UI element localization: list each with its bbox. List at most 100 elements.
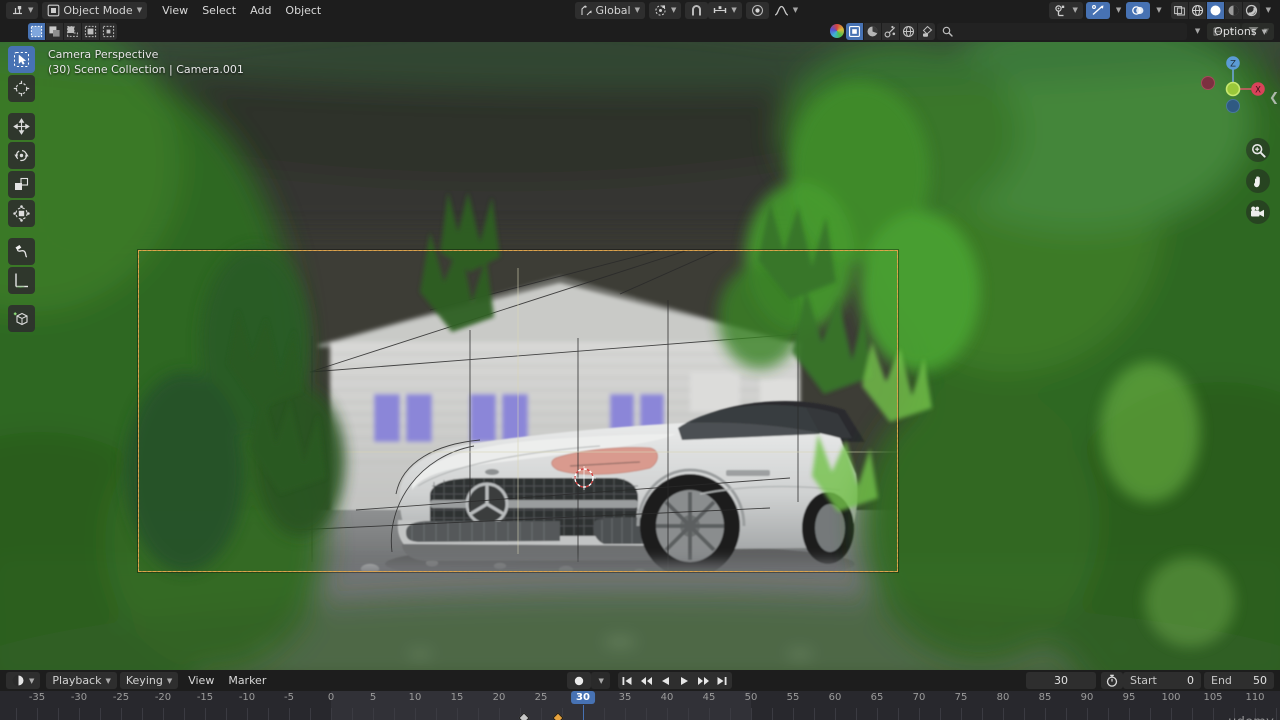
shading-rendered-button[interactable] (1242, 1, 1260, 19)
mode-selector-button[interactable]: Object Mode ▼ (42, 1, 148, 19)
ruler-tick (457, 708, 458, 720)
falloff-button[interactable]: ▼ (769, 2, 803, 19)
playback-controls[interactable] (617, 672, 732, 689)
ruler-tick (541, 708, 542, 720)
tool-brush-button[interactable] (917, 22, 935, 40)
cursor-tool-button[interactable] (8, 75, 35, 102)
gizmo-origin[interactable] (1225, 81, 1241, 97)
auto-keying-chevron-button[interactable]: ▼ (591, 672, 610, 689)
tweak-select-tool-button[interactable] (8, 46, 35, 73)
menu-select[interactable]: Select (195, 1, 243, 19)
3d-viewport[interactable]: Camera Perspective (30) Scene Collection… (0, 42, 1280, 670)
shading-wireframe-button[interactable] (1170, 1, 1188, 19)
navigation-gizmo[interactable]: Z X (1194, 50, 1272, 128)
gizmo-axis-y-neg[interactable] (1226, 99, 1240, 113)
timeline-editor-type-button[interactable]: ▼ (6, 672, 41, 689)
pan-view-button[interactable] (1246, 169, 1270, 193)
gizmo-axis-x-neg[interactable] (1201, 76, 1215, 90)
jump-to-start-button[interactable] (617, 672, 637, 689)
play-reverse-button[interactable] (655, 672, 675, 689)
circle-select-icon (84, 25, 97, 37)
object-color-swatch[interactable] (829, 24, 844, 38)
menu-view[interactable]: View (155, 1, 195, 19)
shading-chevron-button[interactable]: ▼ (1260, 2, 1276, 19)
rotate-tool-button[interactable] (8, 142, 35, 169)
pivot-point-button[interactable]: ▼ (649, 1, 682, 19)
keying-menu-button[interactable]: Keying ▼ (119, 672, 179, 689)
proportional-edit-button[interactable] (745, 1, 769, 19)
ruler-label: 45 (702, 692, 716, 703)
overlays-chevron-button[interactable]: ▼ (1110, 2, 1126, 19)
measure-tool-button[interactable] (8, 267, 35, 294)
timeline-menu-marker[interactable]: Marker (221, 672, 273, 690)
add-cube-tool-button[interactable] (8, 305, 35, 332)
tweak-select-icon (14, 52, 29, 67)
play-button[interactable] (674, 672, 694, 689)
previous-keyframe-button[interactable] (636, 672, 656, 689)
shading-solid-button[interactable] (1206, 1, 1224, 19)
ruler-label: -10 (238, 692, 256, 703)
timeline-menu-view[interactable]: View (181, 672, 221, 690)
falloff-chevron: ▼ (792, 6, 799, 14)
pivot-chevron: ▼ (671, 6, 677, 14)
snap-toggle-button[interactable] (685, 1, 709, 19)
ruler-label: -15 (196, 692, 214, 703)
shading-solid-wire-button[interactable] (1188, 1, 1206, 19)
xray-chevron-button[interactable]: ▼ (1150, 2, 1166, 19)
search-field[interactable] (936, 22, 1187, 40)
auto-keying-button[interactable] (567, 672, 592, 689)
snap-to-button[interactable]: ▼ (708, 1, 742, 19)
show-gizmo-button[interactable]: ▼ (1049, 1, 1083, 19)
menu-object[interactable]: Object (278, 1, 328, 19)
tool-settings-row[interactable]: ▼ ▼ ▼ (0, 20, 1280, 42)
tool-solid-button[interactable] (845, 22, 863, 40)
ruler-tick (730, 708, 731, 720)
xray-toggle-button[interactable] (1126, 1, 1151, 19)
select-mode-box-button[interactable] (28, 22, 45, 40)
ruler-tick (667, 708, 668, 720)
select-mode-subtract-button[interactable] (82, 22, 99, 40)
ruler-tick (982, 708, 983, 720)
viewport-options-button[interactable]: Options ▼ (1207, 23, 1274, 40)
jump-to-end-button[interactable] (712, 672, 732, 689)
tool-particles-button[interactable] (881, 22, 899, 40)
playhead-frame-indicator[interactable]: 30 (571, 691, 595, 704)
transform-orientation-button[interactable]: Global ▼ (574, 1, 645, 19)
tool-globe-button[interactable] (899, 22, 917, 40)
transform-tool-button[interactable] (8, 200, 35, 227)
options-chevron: ▼ (1261, 27, 1267, 36)
editor-type-icon (13, 5, 22, 14)
viewport-nav-buttons[interactable] (1246, 138, 1270, 224)
viewport-header-row[interactable]: ▼ Object Mode ▼ View Select Add Object G… (0, 0, 1280, 20)
end-frame-field[interactable]: End 50 (1204, 672, 1274, 689)
show-overlays-button[interactable] (1085, 1, 1110, 19)
menu-add[interactable]: Add (243, 1, 278, 19)
move-tool-button[interactable] (8, 113, 35, 140)
select-mode-difference-button[interactable] (100, 22, 117, 40)
select-mode-extend-button[interactable] (64, 22, 81, 40)
shading-material-preview-button[interactable] (1224, 1, 1242, 19)
xray-chevron: ▼ (1156, 6, 1162, 14)
sidebar-toggle-arrow[interactable]: ❮ (1269, 90, 1279, 104)
scale-tool-button[interactable] (8, 171, 35, 198)
camera-view-button[interactable] (1246, 200, 1270, 224)
start-frame-field[interactable]: Start 0 (1123, 672, 1201, 689)
timeline-ruler[interactable]: udemy -35 -30 -25 -20 -15 -10 -5 0 5 10 15 20 25 35 40… (0, 691, 1280, 720)
scene-context-label: (30) Scene Collection | Camera.001 (48, 63, 244, 76)
annotate-tool-button[interactable] (8, 238, 35, 265)
current-frame-field[interactable]: 30 (1026, 672, 1096, 689)
next-keyframe-button[interactable] (693, 672, 713, 689)
timeline-editor[interactable]: ▼ Playback ▼ Keying ▼ View Marker ▼ 30 S… (0, 670, 1280, 720)
viewport-toolbar[interactable] (8, 46, 35, 332)
tool-pie-button[interactable] (863, 22, 881, 40)
shading-mode-small-group[interactable] (845, 22, 935, 40)
playback-menu-button[interactable]: Playback ▼ (46, 672, 117, 689)
timeline-header[interactable]: ▼ Playback ▼ Keying ▼ View Marker ▼ 30 S… (0, 670, 1280, 691)
preview-range-button[interactable] (1101, 672, 1123, 689)
select-mode-group[interactable] (28, 22, 117, 40)
viewport-shading-group[interactable] (1170, 1, 1260, 19)
editor-type-button[interactable]: ▼ (6, 1, 39, 19)
zoom-view-button[interactable] (1246, 138, 1270, 162)
search-filter-chevron-button[interactable]: ▼ (1189, 23, 1205, 40)
select-mode-tweak-button[interactable] (46, 22, 63, 40)
